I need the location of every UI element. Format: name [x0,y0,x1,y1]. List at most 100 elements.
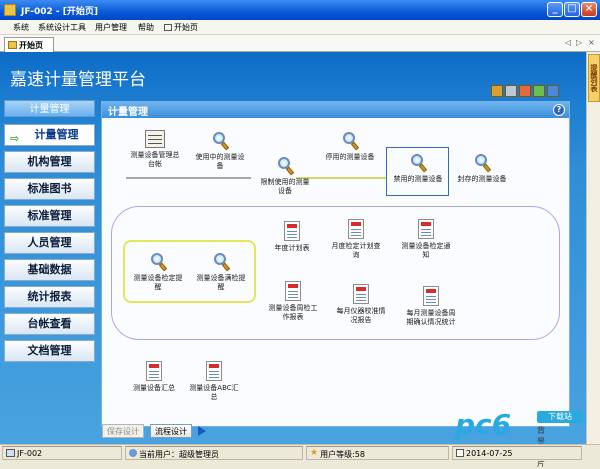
nav-item-measurement[interactable]: ⇨ 计量管理 [4,124,95,146]
report-icon [418,219,434,239]
flow-design-button[interactable]: 流程设计 [150,424,192,438]
node-annual-plan[interactable]: 年度计划表 [263,221,321,253]
status-level-text: 用户等级:58 [320,450,365,459]
node-sealed[interactable]: 封存的测量设备 [450,152,514,184]
menu-start-page[interactable]: 开始页 [164,22,198,33]
arrow-right-icon: ⇨ [10,132,20,145]
help-icon[interactable]: ? [553,104,565,116]
tab-close-button[interactable]: × [588,38,595,47]
node-weekly-check[interactable]: 测量设备周检工 作报表 [262,281,324,322]
status-code-text: JF-002 [17,449,43,458]
menu-user-management[interactable]: 用户管理 [95,22,127,33]
nav-item-base-data[interactable]: 基础数据 [4,259,95,281]
tool-icon-5[interactable] [547,85,559,97]
star-icon: ★ [310,448,319,458]
node-in-use[interactable]: 使用中的测量设 备 [189,130,251,171]
menu-bar: 系统 系统设计工具 用户管理 帮助 开始页 [0,20,600,35]
start-page-icon [8,41,17,49]
menu-system[interactable]: 系统 [13,22,29,33]
magnifier-icon [339,130,361,151]
report-icon [423,286,439,306]
node-ledger[interactable]: 测量设备管理总 台帐 [124,130,186,169]
node-verify-remind[interactable]: 测量设备检定提 醒 [127,251,189,292]
calendar-icon [456,449,464,457]
node-label: 询 [352,251,360,259]
report-icon [284,221,300,241]
report-icon [348,219,364,239]
node-label: 设备 [278,187,292,195]
menu-design-tools[interactable]: 系统设计工具 [38,22,86,33]
status-user-text: 当前用户：超级管理员 [139,450,219,459]
node-label: 台帐 [148,160,162,168]
tool-icon-2[interactable] [505,85,517,97]
node-restricted[interactable]: 限制使用的测量 设备 [254,155,316,196]
node-abc-summary[interactable]: 测量设备ABC汇 总 [183,361,245,402]
reminder-list-tab[interactable]: 提醒列表 [588,54,600,102]
play-icon[interactable] [198,426,206,436]
close-button[interactable]: × [581,2,597,17]
status-code: JF-002 [2,446,122,460]
tool-icon-1[interactable] [491,85,503,97]
node-monthly-report[interactable]: 每月仪器校准情 况报告 [330,284,392,325]
save-design-button[interactable]: 保存设计 [102,424,144,438]
tab-start-page[interactable]: 开始页 [4,37,54,52]
report-icon [146,361,162,381]
tool-icon-3[interactable] [519,85,531,97]
node-summary[interactable]: 测量设备汇总 [124,361,184,393]
magnifier-icon [274,155,296,176]
node-label: 月度检定计划查 [331,242,381,250]
magnifier-icon [147,251,169,272]
reminder-strip: 提醒列表 [586,52,600,444]
maximize-button[interactable]: □ [564,2,580,17]
node-label: 每月测量设备周 [406,309,456,317]
window-title: JF-002 - [开始页] [21,7,98,17]
panel-title: 计量管理 [108,107,148,118]
node-monthly-plan[interactable]: 月度检定计划查 询 [325,219,387,260]
nav-item-label: 计量管理 [34,128,79,141]
nav-item-personnel[interactable]: 人员管理 [4,232,95,254]
report-icon [285,281,301,301]
node-label: 醒 [217,283,225,291]
node-label: 每月仪器校准情 [336,307,386,315]
watermark-tag: 下载站 [537,411,583,423]
menu-start-page-label: 开始页 [174,23,198,32]
magnifier-icon [471,152,493,173]
node-verify-notice[interactable]: 测量设备检定通 知 [394,219,458,260]
magnifier-icon [209,130,231,151]
nav-item-organization[interactable]: 机构管理 [4,151,95,173]
node-expire-remind[interactable]: 测量设备满检提 醒 [189,251,253,292]
watermark-logo: pc6 [455,408,512,441]
tool-icon-4[interactable] [533,85,545,97]
ledger-icon [145,130,165,148]
node-label: 测量设备检定通 [401,242,451,250]
status-date: 2014-07-25 [452,446,582,460]
nav-item-standards[interactable]: 标准管理 [4,205,95,227]
node-label: 限制使用的测量 [260,178,310,186]
node-label: 醒 [154,283,162,291]
status-date-text: 2014-07-25 [466,449,513,458]
nav-item-ledger-view[interactable]: 台帐查看 [4,313,95,335]
app-icon [4,4,16,16]
node-label: 测量设备管理总 [130,151,180,159]
nav-item-documents[interactable]: 文档管理 [4,340,95,362]
panel-header: 计量管理 ? [102,102,569,118]
menu-help[interactable]: 帮助 [138,22,154,33]
node-label: 备 [216,162,224,170]
node-label: 年度计划表 [274,244,310,252]
node-label: 总 [210,393,218,401]
node-stopped[interactable]: 停用的测量设备 [318,130,382,162]
report-icon [353,284,369,304]
nav-item-standard-books[interactable]: 标准图书 [4,178,95,200]
home-icon [164,24,172,31]
node-label: 测量设备满检提 [196,274,246,282]
node-monthly-confirm[interactable]: 每月测量设备周 期确认情况统计 [398,286,464,327]
node-label: 测量设备汇总 [133,384,175,392]
minimize-button[interactable]: _ [547,2,563,17]
node-disabled[interactable]: 禁用的测量设备 [387,152,449,184]
report-icon [206,361,222,381]
tab-prev-button[interactable]: ◁ [565,38,571,47]
tab-next-button[interactable]: ▷ [576,38,582,47]
nav-item-statistics[interactable]: 统计报表 [4,286,95,308]
node-label: 禁用的测量设备 [393,175,443,183]
node-label: 测量设备ABC汇 [189,384,239,392]
